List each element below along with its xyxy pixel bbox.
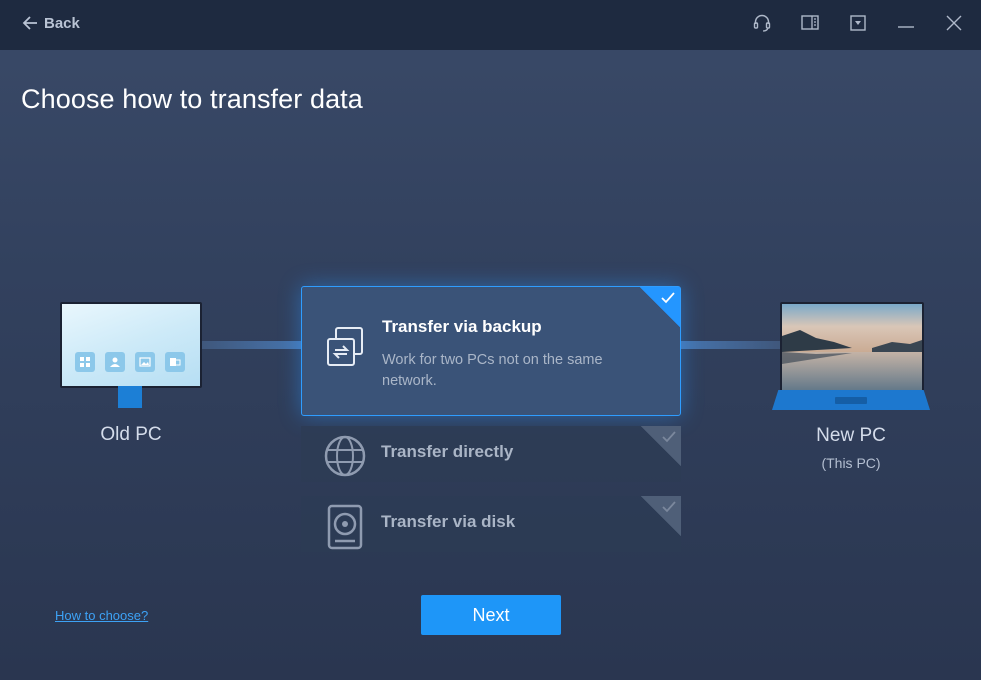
old-pc: Old PC xyxy=(60,424,202,446)
back-button[interactable]: Back xyxy=(22,12,80,34)
outlook-icon xyxy=(165,352,185,372)
check-icon xyxy=(662,501,676,513)
new-pc: New PC (This PC) xyxy=(780,425,922,471)
backup-transfer-icon xyxy=(324,325,370,376)
connector-line-right xyxy=(680,341,782,349)
new-pc-label: New PC xyxy=(816,425,886,446)
unselected-corner xyxy=(641,496,681,536)
old-pc-label: Old PC xyxy=(100,424,162,445)
next-button[interactable]: Next xyxy=(421,595,561,635)
option-transfer-directly[interactable]: Transfer directly xyxy=(301,426,681,482)
page-title: Choose how to transfer data xyxy=(21,84,363,114)
check-icon xyxy=(662,431,676,443)
option-transfer-via-disk[interactable]: Transfer via disk xyxy=(301,496,681,552)
option-transfer-via-backup[interactable]: Transfer via backup Work for two PCs not… xyxy=(301,286,681,416)
option-description: Work for two PCs not on the same network… xyxy=(382,352,603,389)
back-label: Back xyxy=(44,14,80,32)
connector-line-left xyxy=(200,341,302,349)
headset-icon[interactable] xyxy=(749,11,775,35)
arrow-left-icon xyxy=(22,16,37,30)
book-icon[interactable] xyxy=(797,11,823,35)
title-bar: Back xyxy=(0,0,981,50)
dropdown-icon[interactable] xyxy=(845,11,871,35)
option-title: Transfer directly xyxy=(381,442,514,461)
selected-corner xyxy=(640,287,680,327)
new-pc-sublabel: (This PC) xyxy=(821,455,881,471)
close-icon[interactable] xyxy=(941,11,967,35)
minimize-icon[interactable] xyxy=(893,11,919,35)
laptop-trackpad xyxy=(835,397,867,404)
monitor-screen xyxy=(60,302,202,388)
laptop-screen xyxy=(780,302,924,394)
monitor-stand xyxy=(118,386,142,408)
apps-icon xyxy=(75,352,95,372)
unselected-corner xyxy=(641,426,681,466)
check-icon xyxy=(661,292,675,304)
how-to-choose-link[interactable]: How to choose? xyxy=(55,608,148,623)
image-icon xyxy=(135,352,155,372)
landscape-wallpaper xyxy=(782,304,922,392)
option-title: Transfer via disk xyxy=(381,512,516,531)
disk-icon xyxy=(323,504,367,555)
option-title: Transfer via backup xyxy=(382,317,542,336)
globe-icon xyxy=(323,434,367,483)
user-icon xyxy=(105,352,125,372)
